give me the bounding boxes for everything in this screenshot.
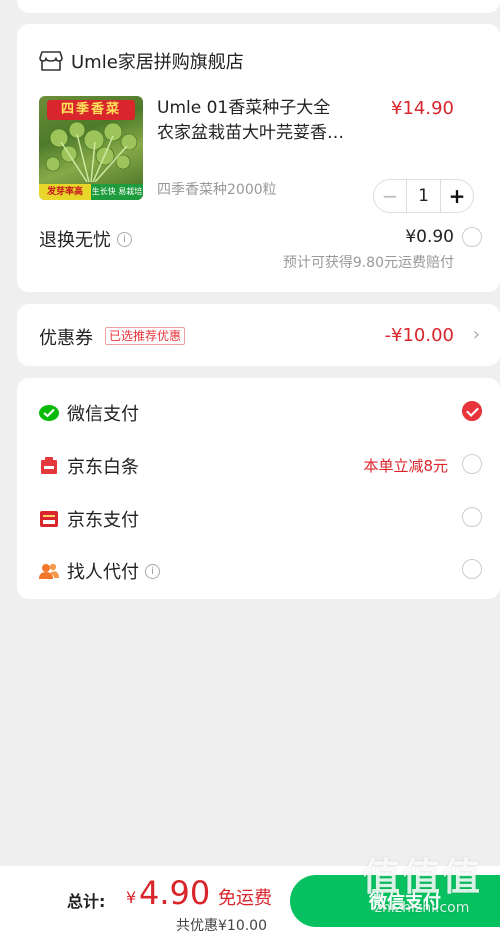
payment-radio-wechat[interactable] (462, 401, 482, 421)
return-service-row: 退换无忧 i (39, 226, 132, 252)
thumb-badge-germination: 发芽率高 (39, 184, 91, 200)
payment-label: 微信支付 (67, 404, 139, 425)
shop-card: Umle家居拼购旗舰店 四季香菜 发芽率高 生长快 易栽培 Umle 01香菜种… (17, 24, 500, 292)
currency-symbol: ¥ (126, 888, 137, 907)
product-spec[interactable]: 四季香菜种2000粒 (157, 179, 277, 199)
return-service-label: 退换无忧 (39, 230, 111, 251)
payment-radio-jd-baitiao[interactable] (462, 454, 482, 474)
product-price: ¥14.90 (391, 98, 454, 119)
payment-methods: 微信支付 京东白条 本单立减8元 京东支付 找人代付 i (17, 378, 500, 599)
chevron-right-icon: › (472, 324, 480, 345)
friend-pay-icon (39, 563, 59, 579)
baitiao-promo: 本单立减8元 (363, 457, 448, 475)
jd-baitiao-icon (41, 457, 57, 474)
return-service-price: ¥0.90 (405, 227, 454, 247)
store-icon (39, 51, 63, 71)
payment-radio-jd-pay[interactable] (462, 507, 482, 527)
coupon-tag: 已选推荐优惠 (105, 327, 186, 345)
quantity-input[interactable]: 1 (406, 180, 441, 212)
quantity-stepper: − 1 + (373, 179, 474, 213)
free-shipping-label: 免运费 (218, 888, 272, 909)
product-title-line2: 农家盆栽苗大叶芫荽香菜种籽 (157, 123, 357, 143)
info-icon[interactable]: i (117, 231, 132, 247)
coupon-label: 优惠券 (39, 328, 93, 349)
thumb-badge-growth: 生长快 易栽培 (91, 184, 143, 200)
decrease-button[interactable]: − (374, 180, 406, 212)
product-thumbnail[interactable]: 四季香菜 发芽率高 生长快 易栽培 (39, 96, 143, 200)
product-title-line1: Umle 01香菜种子大全 (157, 98, 331, 118)
payment-option-jd-baitiao[interactable]: 京东白条 (39, 453, 139, 479)
coupon-amount: -¥10.00 (384, 325, 454, 346)
thumb-title: 四季香菜 (47, 100, 135, 120)
total-amount: 4.90 (139, 874, 211, 912)
payment-label: 京东白条 (67, 457, 139, 478)
increase-button[interactable]: + (441, 180, 473, 212)
payment-option-jd-pay[interactable]: 京东支付 (39, 506, 139, 532)
product-title[interactable]: Umle 01香菜种子大全 农家盆栽苗大叶芫荽香菜种籽 (157, 96, 357, 146)
watermark-url: zhizhizhi.com (374, 900, 470, 916)
previous-card (17, 0, 500, 13)
jd-pay-icon (40, 511, 58, 527)
return-service-note: 预计可获得9.80元运费赔付 (282, 255, 454, 271)
payment-radio-friend-pay[interactable] (462, 559, 482, 579)
total-savings: 共优惠¥10.00 (176, 918, 267, 934)
coriander-leaves-image (45, 121, 138, 182)
watermark: 值值值 zhizhizhi.com (352, 855, 492, 927)
payment-label: 京东支付 (67, 510, 139, 531)
total-label: 总计: (67, 892, 106, 911)
watermark-logo: 值值值 (361, 855, 482, 899)
payment-label: 找人代付 (67, 562, 139, 583)
shop-name: Umle家居拼购旗舰店 (71, 52, 244, 73)
payment-option-friend-pay[interactable]: 找人代付 i (39, 558, 160, 584)
coupon-row[interactable]: 优惠券 已选推荐优惠 -¥10.00 › (17, 304, 500, 366)
wechat-pay-icon (39, 405, 59, 421)
return-service-radio[interactable] (462, 227, 482, 247)
payment-option-wechat[interactable]: 微信支付 (39, 400, 139, 426)
info-icon[interactable]: i (145, 563, 160, 579)
shop-header[interactable]: Umle家居拼购旗舰店 (39, 48, 244, 74)
